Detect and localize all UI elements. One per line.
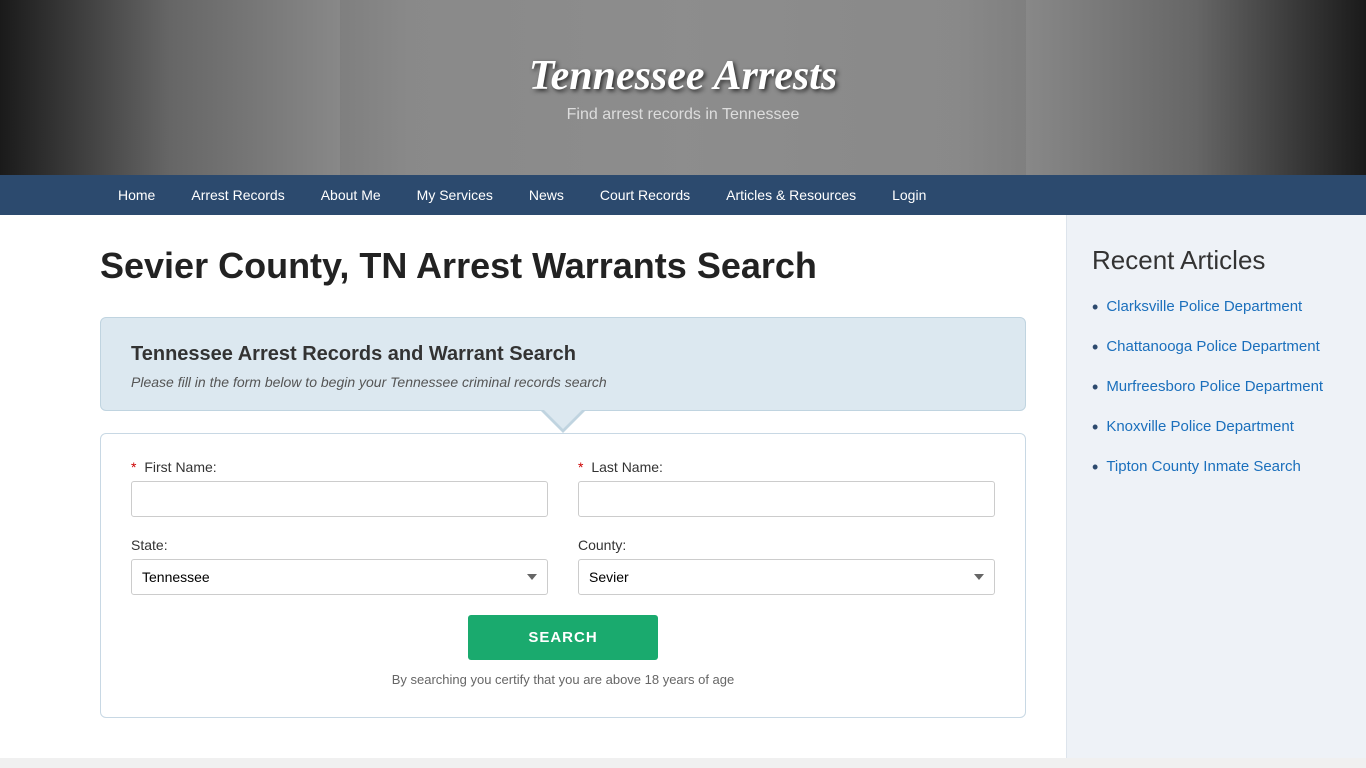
first-name-input[interactable] (131, 481, 548, 517)
nav-my-services[interactable]: My Services (399, 175, 511, 215)
bullet-icon: • (1092, 337, 1098, 358)
nav-arrest-records[interactable]: Arrest Records (173, 175, 302, 215)
bullet-icon: • (1092, 377, 1098, 398)
state-group: State: Tennessee (131, 537, 548, 595)
last-name-group: * Last Name: (578, 459, 995, 517)
list-item: • Clarksville Police Department (1092, 296, 1341, 318)
county-group: County: Sevier (578, 537, 995, 595)
article-link-knoxville[interactable]: Knoxville Police Department (1106, 416, 1294, 437)
last-name-required: * (578, 459, 583, 475)
county-select[interactable]: Sevier (578, 559, 995, 595)
nav-login[interactable]: Login (874, 175, 944, 215)
search-box-title: Tennessee Arrest Records and Warrant Sea… (131, 343, 995, 366)
search-box-subtitle: Please fill in the form below to begin y… (131, 374, 995, 390)
nav-court-records[interactable]: Court Records (582, 175, 708, 215)
list-item: • Tipton County Inmate Search (1092, 456, 1341, 478)
site-title: Tennessee Arrests (529, 52, 837, 100)
first-name-required: * (131, 459, 136, 475)
state-label: State: (131, 537, 548, 553)
list-item: • Knoxville Police Department (1092, 416, 1341, 438)
article-link-murfreesboro[interactable]: Murfreesboro Police Department (1106, 376, 1323, 397)
nav-articles-resources[interactable]: Articles & Resources (708, 175, 874, 215)
site-header: Tennessee Arrests Find arrest records in… (0, 0, 1366, 175)
name-row: * First Name: * Last Name: (131, 459, 995, 517)
county-label: County: (578, 537, 995, 553)
location-row: State: Tennessee County: Sevier (131, 537, 995, 595)
bullet-icon: • (1092, 457, 1098, 478)
list-item: • Murfreesboro Police Department (1092, 376, 1341, 398)
recent-articles-list: • Clarksville Police Department • Chatta… (1092, 296, 1341, 478)
header-hands-left (0, 0, 340, 175)
article-link-tipton[interactable]: Tipton County Inmate Search (1106, 456, 1301, 477)
triangle-pointer (541, 411, 585, 433)
search-button[interactable]: SEARCH (468, 615, 657, 660)
search-box-outer: Tennessee Arrest Records and Warrant Sea… (100, 317, 1026, 411)
content-area: Sevier County, TN Arrest Warrants Search… (0, 215, 1066, 758)
search-button-container: SEARCH (131, 615, 995, 660)
header-text-block: Tennessee Arrests Find arrest records in… (529, 52, 837, 124)
sidebar: Recent Articles • Clarksville Police Dep… (1066, 215, 1366, 758)
page-title: Sevier County, TN Arrest Warrants Search (100, 245, 1026, 287)
nav-news[interactable]: News (511, 175, 582, 215)
last-name-input[interactable] (578, 481, 995, 517)
site-subtitle: Find arrest records in Tennessee (529, 106, 837, 124)
main-container: Sevier County, TN Arrest Warrants Search… (0, 215, 1366, 758)
state-select[interactable]: Tennessee (131, 559, 548, 595)
main-nav: Home Arrest Records About Me My Services… (0, 175, 1366, 215)
list-item: • Chattanooga Police Department (1092, 336, 1341, 358)
article-link-clarksville[interactable]: Clarksville Police Department (1106, 296, 1302, 317)
bullet-icon: • (1092, 297, 1098, 318)
first-name-group: * First Name: (131, 459, 548, 517)
first-name-label: * First Name: (131, 459, 548, 475)
bullet-icon: • (1092, 417, 1098, 438)
sidebar-title: Recent Articles (1092, 245, 1341, 276)
last-name-label: * Last Name: (578, 459, 995, 475)
nav-about-me[interactable]: About Me (303, 175, 399, 215)
article-link-chattanooga[interactable]: Chattanooga Police Department (1106, 336, 1319, 357)
search-disclaimer: By searching you certify that you are ab… (131, 672, 995, 687)
nav-home[interactable]: Home (100, 175, 173, 215)
search-form-container: * First Name: * Last Name: State: (100, 433, 1026, 718)
header-hands-right (1026, 0, 1366, 175)
